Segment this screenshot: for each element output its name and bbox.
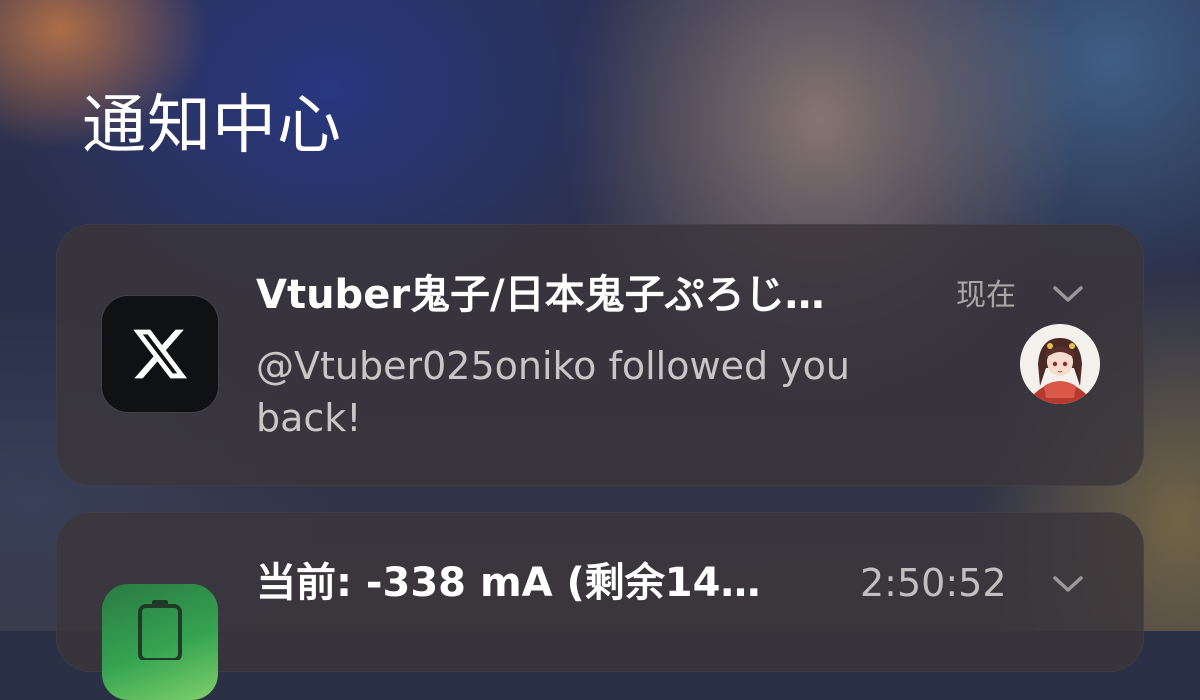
chevron-down-icon[interactable] [1052, 572, 1084, 596]
notification-body: @Vtuber025oniko followed you back! [256, 344, 850, 440]
notification-card-x[interactable]: Vtuber鬼子/日本鬼子ぷろじ… 现在 @Vtuber025oniko fol… [56, 224, 1144, 486]
avatar [1020, 324, 1100, 404]
chevron-down-icon[interactable] [1052, 282, 1084, 306]
notification-time: 现在 [956, 278, 1016, 313]
x-logo-icon [102, 296, 218, 412]
notification-title: Vtuber鬼子/日本鬼子ぷろじ… [256, 272, 825, 318]
battery-icon [102, 584, 218, 700]
notification-card-battery[interactable]: 当前: -338 mA (剩余14… 2:50:52 [56, 512, 1144, 700]
notification-time: 2:50:52 [860, 561, 1007, 605]
page-title: 通知中心 [82, 89, 342, 163]
notification-title: 当前: -338 mA (剩余14… [256, 560, 761, 606]
